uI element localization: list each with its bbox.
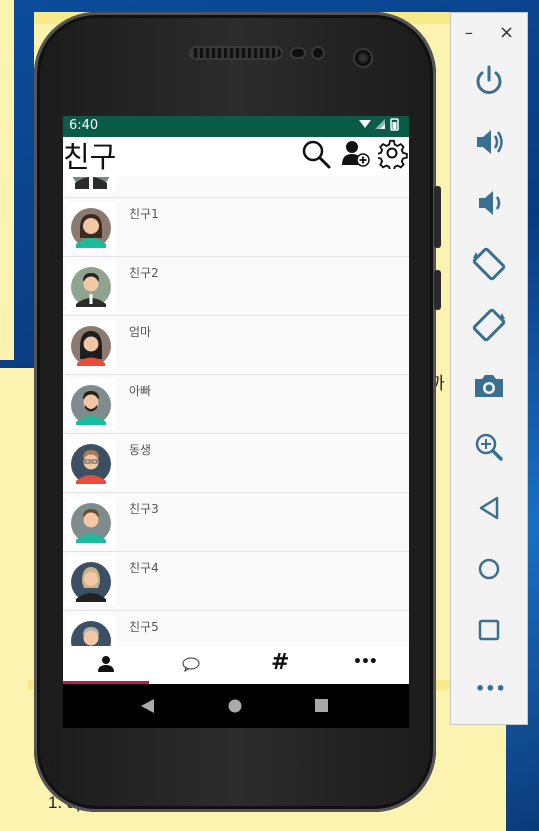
rotate-right-icon[interactable]	[469, 305, 509, 345]
toolbar-window-controls: – ×	[451, 13, 527, 53]
friend-name: 아빠	[129, 384, 152, 398]
friend-name: 친구4	[129, 561, 159, 575]
volume-down-icon[interactable]	[469, 183, 509, 223]
friend-name: 친구3	[129, 502, 159, 516]
sticky-note-left	[0, 0, 14, 360]
page-title: 친구	[63, 140, 117, 174]
android-navigation-bar	[63, 684, 409, 728]
status-icons	[357, 117, 403, 134]
chat-bubble-icon	[182, 657, 200, 672]
phone-speaker	[191, 48, 281, 58]
list-item[interactable]: 친구3	[63, 493, 409, 552]
avatar	[66, 320, 116, 370]
emulator-toolbar: – × •••	[450, 12, 528, 725]
more-icon: •••	[475, 679, 506, 698]
more-icon: •••	[353, 654, 378, 670]
friend-list[interactable]: 친구1 친구2 엄마 아빠 동생 친구3 친구4 친구5	[63, 177, 409, 646]
list-item[interactable]: 친구1	[63, 198, 409, 257]
more-options-button[interactable]: •••	[469, 671, 509, 711]
avatar	[66, 177, 116, 193]
tab-friends[interactable]	[63, 646, 149, 684]
friend-name: 친구2	[129, 266, 159, 280]
avatar	[66, 497, 116, 547]
phone-sensor-2	[313, 48, 323, 58]
list-item[interactable]: 엄마	[63, 316, 409, 375]
volume-up-icon[interactable]	[469, 122, 509, 162]
hashtag-icon: #	[271, 650, 290, 675]
avatar	[66, 438, 116, 488]
status-bar: 6:40	[63, 116, 409, 137]
nav-home-icon[interactable]	[228, 699, 242, 713]
phone-screen: 6:40 친구 친구1 친구2 엄마 아빠 동생 친구3 친구4 친구5 # •…	[63, 116, 409, 684]
app-header: 친구	[63, 137, 409, 177]
close-button[interactable]: ×	[499, 22, 514, 43]
avatar	[66, 615, 116, 646]
status-time: 6:40	[69, 118, 99, 133]
list-item[interactable]: 아빠	[63, 375, 409, 434]
overview-icon[interactable]	[469, 610, 509, 650]
list-item[interactable]: 친구5	[63, 611, 409, 646]
nav-back-icon[interactable]	[141, 699, 155, 713]
home-icon[interactable]	[469, 549, 509, 589]
list-item[interactable]: 동생	[63, 434, 409, 493]
list-item[interactable]: 친구4	[63, 552, 409, 611]
phone-power-button[interactable]	[434, 270, 441, 310]
list-item[interactable]: 친구2	[63, 257, 409, 316]
nav-overview-icon[interactable]	[315, 699, 329, 713]
zoom-icon[interactable]	[469, 427, 509, 467]
tab-more[interactable]: •••	[321, 646, 407, 684]
settings-icon[interactable]	[376, 139, 408, 172]
avatar	[66, 556, 116, 606]
friend-name: 친구1	[129, 207, 159, 221]
rotate-left-icon[interactable]	[469, 244, 509, 284]
camera-icon[interactable]	[469, 366, 509, 406]
friend-name: 엄마	[129, 325, 152, 339]
phone-sensor	[292, 49, 304, 57]
avatar	[66, 261, 116, 311]
search-icon[interactable]	[301, 139, 331, 169]
avatar	[66, 202, 116, 252]
list-item-partial[interactable]	[63, 177, 409, 198]
friend-name: 동생	[129, 443, 152, 457]
bottom-navigation: # •••	[63, 646, 409, 684]
power-icon[interactable]	[469, 61, 509, 101]
tab-hashtag[interactable]: #	[235, 646, 321, 684]
friend-name: 친구5	[129, 620, 159, 634]
avatar	[66, 379, 116, 429]
tab-chats[interactable]	[149, 646, 235, 684]
add-friend-icon[interactable]	[341, 139, 371, 169]
person-icon	[98, 656, 114, 672]
minimize-button[interactable]: –	[465, 23, 473, 42]
phone-camera	[355, 50, 371, 66]
back-icon[interactable]	[469, 488, 509, 528]
phone-volume-button[interactable]	[434, 186, 441, 248]
